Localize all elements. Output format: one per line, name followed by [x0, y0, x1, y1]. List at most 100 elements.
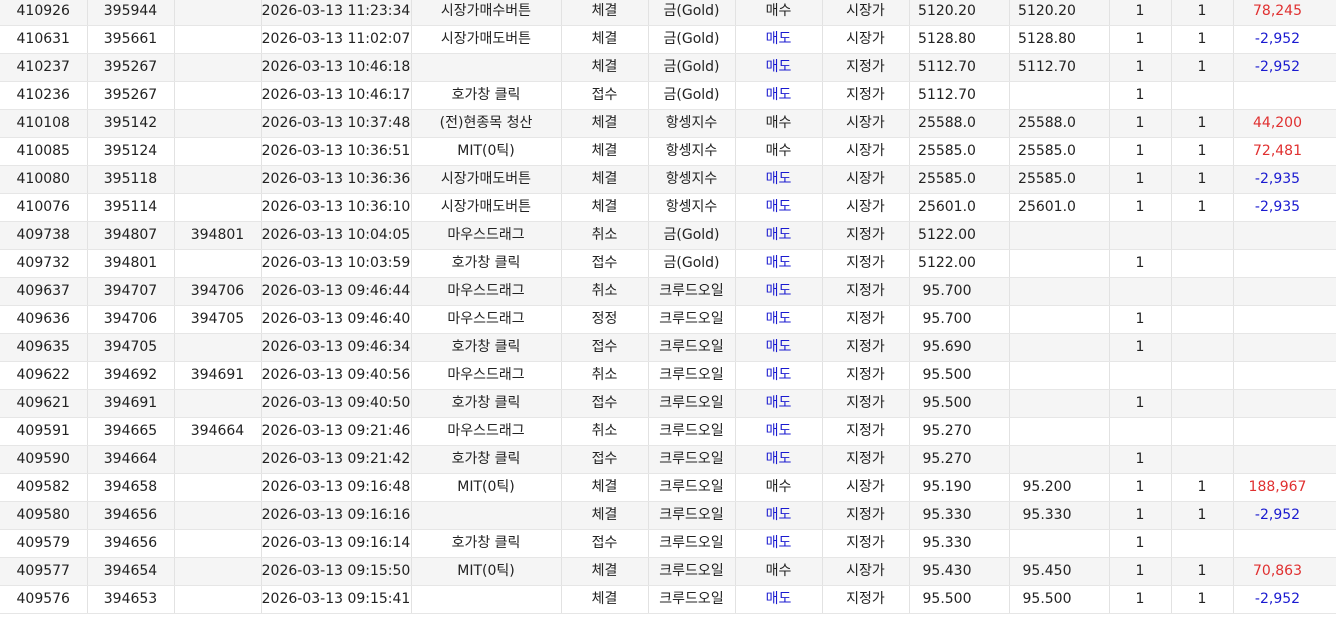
fill-price-cell: [1009, 277, 1110, 306]
price-type-cell: 시장가: [822, 0, 910, 26]
table-row[interactable]: 410080 395118 2026-03-13 10:36:36 시장가매도버튼 체결…: [0, 165, 1336, 194]
fill-price-cell: 25585.0: [1009, 137, 1110, 166]
table-row[interactable]: 409738 394807 394801 2026-03-13 10:04:05 마우스…: [0, 221, 1336, 250]
fill-price-cell: 25585.0: [1009, 165, 1110, 194]
product-cell: 항셍지수: [648, 109, 736, 138]
table-row[interactable]: 410237 395267 2026-03-13 10:46:18 체결 금(Gold)…: [0, 53, 1336, 82]
table-row[interactable]: 409582 394658 2026-03-13 09:16:48 MIT(0틱) 체결…: [0, 473, 1336, 502]
order-seq-cell: 410080: [0, 165, 88, 194]
order-method-cell: 호가창 클릭: [411, 81, 562, 110]
original-order-number-cell: [174, 0, 262, 26]
side-cell: 매수: [735, 473, 823, 502]
order-qty-cell: 1: [1109, 165, 1172, 194]
table-row[interactable]: 409621 394691 2026-03-13 09:40:50 호가창 클릭 접수 크…: [0, 389, 1336, 418]
order-time-cell: 2026-03-13 10:36:36: [261, 165, 412, 194]
fill-qty-cell: 1: [1171, 137, 1234, 166]
product-cell: 크루드오일: [648, 529, 736, 558]
table-row[interactable]: 409579 394656 2026-03-13 09:16:14 호가창 클릭 접수 크…: [0, 529, 1336, 558]
side-cell: 매도: [735, 277, 823, 306]
pnl-cell: -2,952: [1233, 501, 1336, 530]
order-price-cell: 95.270: [909, 445, 1010, 474]
pnl-cell: [1233, 445, 1336, 474]
side-cell: 매도: [735, 193, 823, 222]
order-seq-cell: 409621: [0, 389, 88, 418]
price-type-cell: 지정가: [822, 249, 910, 278]
order-qty-cell: 1: [1109, 25, 1172, 54]
order-status-cell: 체결: [561, 501, 649, 530]
table-row[interactable]: 409622 394692 394691 2026-03-13 09:40:56 마우스…: [0, 361, 1336, 390]
order-method-cell: [411, 585, 562, 614]
product-cell: 금(Gold): [648, 53, 736, 82]
order-status-cell: 체결: [561, 165, 649, 194]
order-method-cell: 마우스드래그: [411, 277, 562, 306]
table-row[interactable]: 409636 394706 394705 2026-03-13 09:46:40 마우스…: [0, 305, 1336, 334]
table-row[interactable]: 410236 395267 2026-03-13 10:46:17 호가창 클릭 접수 금…: [0, 81, 1336, 110]
order-number-cell: 395142: [87, 109, 175, 138]
original-order-number-cell: [174, 445, 262, 474]
table-row[interactable]: 409590 394664 2026-03-13 09:21:42 호가창 클릭 접수 크…: [0, 445, 1336, 474]
table-row[interactable]: 410085 395124 2026-03-13 10:36:51 MIT(0틱) 체결…: [0, 137, 1336, 166]
pnl-cell: [1233, 221, 1336, 250]
order-qty-cell: [1109, 417, 1172, 446]
fill-qty-cell: 1: [1171, 501, 1234, 530]
order-time-cell: 2026-03-13 11:23:34: [261, 0, 412, 26]
pnl-cell: 188,967: [1233, 473, 1336, 502]
product-cell: 금(Gold): [648, 249, 736, 278]
table-row[interactable]: 409577 394654 2026-03-13 09:15:50 MIT(0틱) 체결…: [0, 557, 1336, 586]
table-row[interactable]: 410076 395114 2026-03-13 10:36:10 시장가매도버튼 체결…: [0, 193, 1336, 222]
fill-qty-cell: 1: [1171, 109, 1234, 138]
table-row[interactable]: 410108 395142 2026-03-13 10:37:48 (전)현종목 청산…: [0, 109, 1336, 138]
original-order-number-cell: [174, 165, 262, 194]
order-time-cell: 2026-03-13 10:04:05: [261, 221, 412, 250]
table-row[interactable]: 409580 394656 2026-03-13 09:16:16 체결 크루드오일 매도…: [0, 501, 1336, 530]
fill-price-cell: [1009, 221, 1110, 250]
product-cell: 크루드오일: [648, 445, 736, 474]
price-type-cell: 지정가: [822, 81, 910, 110]
order-seq-cell: 409582: [0, 473, 88, 502]
order-time-cell: 2026-03-13 10:03:59: [261, 249, 412, 278]
pnl-cell: 70,863: [1233, 557, 1336, 586]
order-qty-cell: [1109, 361, 1172, 390]
order-number-cell: 394691: [87, 389, 175, 418]
table-row[interactable]: 409591 394665 394664 2026-03-13 09:21:46 마우스…: [0, 417, 1336, 446]
order-time-cell: 2026-03-13 09:15:41: [261, 585, 412, 614]
table-row[interactable]: 410926 395944 2026-03-13 11:23:34 시장가매수버튼 체결…: [0, 0, 1336, 26]
table-row[interactable]: 409637 394707 394706 2026-03-13 09:46:44 마우스…: [0, 277, 1336, 306]
fill-price-cell: 5112.70: [1009, 53, 1110, 82]
order-time-cell: 2026-03-13 10:46:17: [261, 81, 412, 110]
order-qty-cell: 1: [1109, 585, 1172, 614]
order-number-cell: 395661: [87, 25, 175, 54]
order-qty-cell: [1109, 277, 1172, 306]
table-row[interactable]: 409635 394705 2026-03-13 09:46:34 호가창 클릭 접수 크…: [0, 333, 1336, 362]
pnl-cell: [1233, 249, 1336, 278]
table-row[interactable]: 410631 395661 2026-03-13 11:02:07 시장가매도버튼 체결…: [0, 25, 1336, 54]
table-row[interactable]: 409576 394653 2026-03-13 09:15:41 체결 크루드오일 매도…: [0, 585, 1336, 614]
fill-price-cell: 5120.20: [1009, 0, 1110, 26]
original-order-number-cell: 394705: [174, 305, 262, 334]
order-price-cell: 95.500: [909, 585, 1010, 614]
product-cell: 금(Gold): [648, 25, 736, 54]
side-cell: 매수: [735, 137, 823, 166]
order-seq-cell: 409590: [0, 445, 88, 474]
order-price-cell: 95.330: [909, 529, 1010, 558]
side-cell: 매수: [735, 557, 823, 586]
order-number-cell: 395267: [87, 53, 175, 82]
order-time-cell: 2026-03-13 09:16:14: [261, 529, 412, 558]
order-method-cell: (전)현종목 청산: [411, 109, 562, 138]
fill-qty-cell: 1: [1171, 53, 1234, 82]
order-method-cell: [411, 501, 562, 530]
order-status-cell: 접수: [561, 389, 649, 418]
fill-qty-cell: 1: [1171, 0, 1234, 26]
fill-qty-cell: [1171, 361, 1234, 390]
fill-price-cell: 95.330: [1009, 501, 1110, 530]
order-method-cell: 시장가매도버튼: [411, 25, 562, 54]
order-qty-cell: 1: [1109, 333, 1172, 362]
order-seq-cell: 410236: [0, 81, 88, 110]
side-cell: 매도: [735, 529, 823, 558]
table-row[interactable]: 409732 394801 2026-03-13 10:03:59 호가창 클릭 접수 금…: [0, 249, 1336, 278]
order-history-grid: 410926 395944 2026-03-13 11:23:34 시장가매수버튼 체결…: [0, 0, 1336, 618]
order-price-cell: 5120.20: [909, 0, 1010, 26]
order-status-cell: 체결: [561, 53, 649, 82]
original-order-number-cell: [174, 501, 262, 530]
order-price-cell: 5112.70: [909, 81, 1010, 110]
